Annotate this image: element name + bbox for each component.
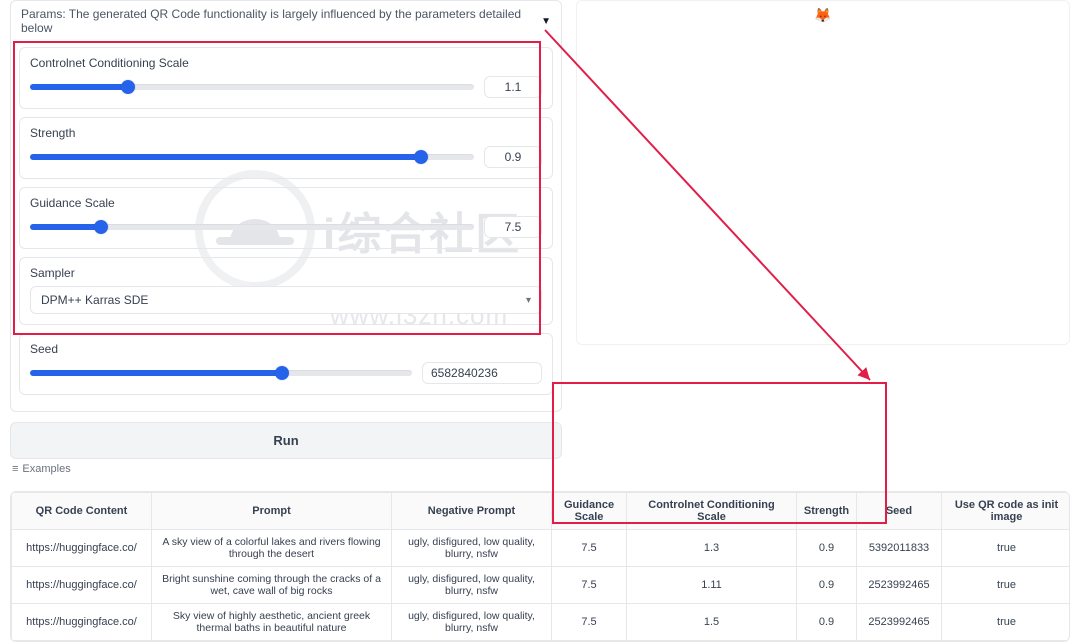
cell: 1.11 [627,567,797,604]
param-guidance-label: Guidance Scale [30,196,542,210]
param-guidance: Guidance Scale 7.5 [19,187,553,249]
cell: true [942,604,1071,641]
param-sampler: Sampler DPM++ Karras SDE ▾ [19,257,553,325]
cell: 7.5 [552,530,627,567]
cell: 0.9 [797,567,857,604]
col-qr: QR Code Content [12,493,152,530]
cell: 2523992465 [857,567,942,604]
col-gs: Guidance Scale [552,493,627,530]
table-row[interactable]: https://huggingface.co/A sky view of a c… [12,530,1071,567]
param-ccs: Controlnet Conditioning Scale 1.1 [19,47,553,109]
cell: true [942,530,1071,567]
params-accordion-title: Params: The generated QR Code functional… [21,7,541,35]
param-seed-label: Seed [30,342,542,356]
sampler-select[interactable]: DPM++ Karras SDE ▾ [30,286,542,314]
col-seed: Seed [857,493,942,530]
cell: 1.3 [627,530,797,567]
cell: 7.5 [552,604,627,641]
slider-strength[interactable] [30,154,474,160]
col-str: Strength [797,493,857,530]
col-prompt: Prompt [152,493,392,530]
value-seed[interactable]: 6582840236 [422,362,542,384]
cell: https://huggingface.co/ [12,530,152,567]
params-accordion: Params: The generated QR Code functional… [10,0,562,412]
cell: Sky view of highly aesthetic, ancient gr… [152,604,392,641]
cell: ugly, disfigured, low quality, blurry, n… [392,567,552,604]
param-ccs-label: Controlnet Conditioning Scale [30,56,542,70]
cell: 1.5 [627,604,797,641]
value-strength[interactable]: 0.9 [484,146,542,168]
cell: https://huggingface.co/ [12,604,152,641]
value-guidance[interactable]: 7.5 [484,216,542,238]
slider-guidance[interactable] [30,224,474,230]
cell: ugly, disfigured, low quality, blurry, n… [392,530,552,567]
slider-seed[interactable] [30,370,412,376]
slider-ccs[interactable] [30,84,474,90]
cell: true [942,567,1071,604]
col-init: Use QR code as init image [942,493,1071,530]
cell: 5392011833 [857,530,942,567]
cell: 2523992465 [857,604,942,641]
cell: 0.9 [797,530,857,567]
cell: https://huggingface.co/ [12,567,152,604]
preview-panel: 🦊 [576,0,1070,345]
params-accordion-header[interactable]: Params: The generated QR Code functional… [11,1,561,41]
list-icon: ≡ [12,463,18,475]
cell: A sky view of a colorful lakes and river… [152,530,392,567]
col-neg: Negative Prompt [392,493,552,530]
param-strength: Strength 0.9 [19,117,553,179]
cell: 0.9 [797,604,857,641]
caret-down-icon: ▼ [541,16,551,27]
chevron-down-icon: ▾ [526,295,531,306]
table-row[interactable]: https://huggingface.co/Sky view of highl… [12,604,1071,641]
param-sampler-label: Sampler [30,266,542,280]
value-ccs[interactable]: 1.1 [484,76,542,98]
image-icon: 🦊 [814,7,831,24]
table-row[interactable]: https://huggingface.co/Bright sunshine c… [12,567,1071,604]
cell: ugly, disfigured, low quality, blurry, n… [392,604,552,641]
param-seed: Seed 6582840236 [19,333,553,395]
param-strength-label: Strength [30,126,542,140]
cell: Bright sunshine coming through the crack… [152,567,392,604]
cell: 7.5 [552,567,627,604]
col-ccs: Controlnet Conditioning Scale [627,493,797,530]
run-button[interactable]: Run [10,422,562,459]
table-header-row: QR Code Content Prompt Negative Prompt G… [12,493,1071,530]
examples-heading: ≡ Examples [12,463,1080,475]
examples-table: QR Code Content Prompt Negative Prompt G… [10,491,1070,642]
sampler-selected: DPM++ Karras SDE [41,293,148,307]
